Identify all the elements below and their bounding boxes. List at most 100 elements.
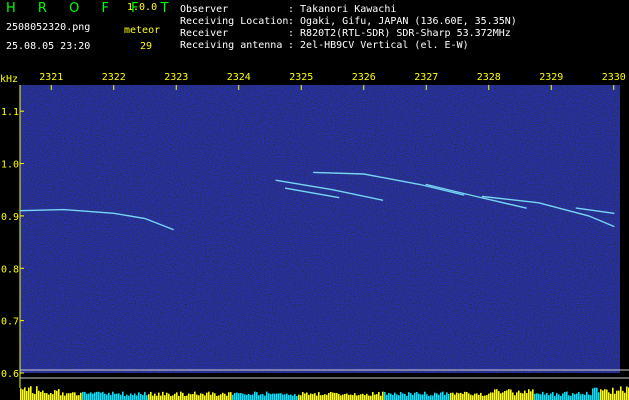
level-bar xyxy=(362,393,364,400)
level-bar xyxy=(156,395,158,400)
bottom-level-bars xyxy=(20,386,629,400)
level-bar xyxy=(186,395,188,400)
level-bar xyxy=(72,392,74,400)
level-bar xyxy=(504,390,506,400)
level-bar xyxy=(198,395,200,400)
level-bar xyxy=(420,394,422,400)
level-bar xyxy=(556,393,558,400)
level-bar xyxy=(216,395,218,400)
level-bar xyxy=(482,395,484,400)
level-bar xyxy=(584,394,586,400)
level-bar xyxy=(42,390,44,400)
level-bar xyxy=(380,395,382,400)
y-axis-label: kHz xyxy=(0,74,18,85)
level-bar xyxy=(622,390,624,400)
level-bar xyxy=(454,394,456,400)
level-bar xyxy=(202,393,204,400)
level-bar xyxy=(614,393,616,400)
level-bar xyxy=(490,392,492,400)
level-bar xyxy=(62,392,64,400)
level-bar xyxy=(166,392,168,400)
level-bar xyxy=(404,393,406,400)
level-bar xyxy=(474,393,476,400)
level-bar xyxy=(226,395,228,400)
level-bar xyxy=(304,393,306,400)
x-tick-label: 2329 xyxy=(539,72,563,83)
level-bar xyxy=(478,394,480,400)
level-bar xyxy=(414,392,416,400)
level-bar xyxy=(104,393,106,400)
level-bar xyxy=(224,393,226,400)
level-bar xyxy=(398,395,400,400)
level-bar xyxy=(458,393,460,400)
meteor-count: 29 xyxy=(140,41,153,52)
level-bar xyxy=(600,389,602,400)
level-bar xyxy=(94,392,96,400)
level-bar xyxy=(276,393,278,400)
level-bar xyxy=(158,392,160,400)
level-bar xyxy=(126,394,128,400)
level-bar xyxy=(92,393,94,400)
level-bar xyxy=(242,393,244,400)
level-bar xyxy=(286,393,288,400)
level-bar xyxy=(496,389,498,400)
level-bar xyxy=(24,387,26,400)
level-bar xyxy=(378,392,380,400)
noise-texture xyxy=(20,85,620,373)
level-bar xyxy=(152,395,154,400)
level-bar xyxy=(210,394,212,400)
level-bar xyxy=(220,394,222,400)
level-bar xyxy=(438,394,440,400)
level-bar xyxy=(426,394,428,400)
level-bar xyxy=(278,393,280,400)
level-bar xyxy=(308,394,310,400)
level-bar xyxy=(602,390,604,400)
y-tick-label: 0.8 xyxy=(1,264,19,275)
level-bar xyxy=(324,394,326,400)
y-tick-label: 1.1 xyxy=(1,107,19,118)
level-bar xyxy=(54,390,56,400)
level-bar xyxy=(46,393,48,400)
level-bar xyxy=(400,392,402,400)
level-bar xyxy=(292,395,294,400)
level-bar xyxy=(452,392,454,400)
level-bar xyxy=(294,394,296,400)
level-bar xyxy=(272,393,274,400)
level-bar xyxy=(320,395,322,400)
level-bar xyxy=(68,393,70,400)
level-bar xyxy=(422,394,424,400)
level-bar xyxy=(494,389,496,400)
level-bar xyxy=(96,391,98,400)
level-bar xyxy=(428,395,430,400)
level-bar xyxy=(160,395,162,400)
level-bar xyxy=(212,392,214,400)
level-bar xyxy=(586,391,588,400)
level-bar xyxy=(502,392,504,400)
level-bar xyxy=(432,395,434,400)
level-bar xyxy=(560,395,562,400)
level-bar xyxy=(596,387,598,400)
level-bar xyxy=(244,394,246,400)
level-bar xyxy=(26,390,28,400)
level-bar xyxy=(164,395,166,400)
x-tick-label: 2322 xyxy=(102,72,126,83)
level-bar xyxy=(396,394,398,400)
file-name: 2508052320.png xyxy=(6,22,91,33)
level-bar xyxy=(592,388,594,400)
level-bar xyxy=(142,394,144,400)
level-bar xyxy=(532,389,534,400)
level-bar xyxy=(412,394,414,400)
level-bar xyxy=(558,394,560,400)
level-bar xyxy=(348,394,350,400)
level-bar xyxy=(302,391,304,400)
level-bar xyxy=(530,391,532,400)
level-bar xyxy=(134,393,136,400)
level-bar xyxy=(102,391,104,400)
level-bar xyxy=(528,389,530,400)
app-version: 1.0.0 xyxy=(127,2,158,13)
level-bar xyxy=(80,392,82,400)
level-bar xyxy=(548,395,550,400)
level-bar xyxy=(264,395,266,400)
level-bar xyxy=(318,392,320,400)
level-bar xyxy=(60,395,62,400)
